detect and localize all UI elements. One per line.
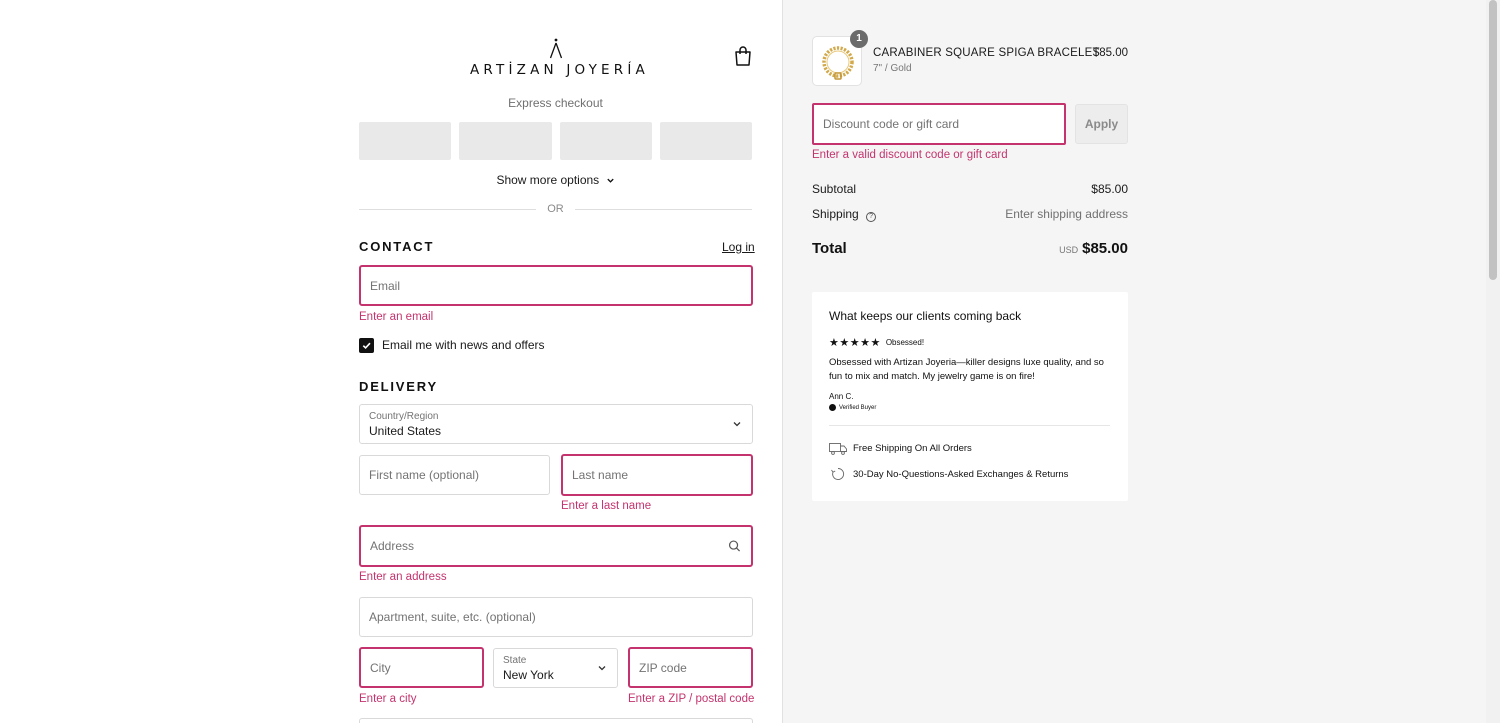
zip-error: Enter a ZIP / postal code <box>628 693 755 705</box>
state-value: New York <box>503 668 554 682</box>
total-currency: USD <box>1059 245 1079 255</box>
shipping-row: Shipping ? Enter shipping address <box>812 207 1128 222</box>
express-pay-button-2[interactable] <box>459 122 552 160</box>
show-more-options-button[interactable]: Show more options <box>359 173 752 187</box>
subtotal-value: $85.00 <box>1091 182 1128 196</box>
last-name-error: Enter a last name <box>561 500 652 512</box>
total-label: Total <box>812 240 847 257</box>
last-name-field[interactable]: Last name <box>561 454 753 496</box>
review-author: Ann C. <box>829 392 854 401</box>
shipping-value: Enter shipping address <box>1005 207 1128 221</box>
login-link[interactable]: Log in <box>722 240 755 254</box>
last-name-placeholder: Last name <box>572 468 629 482</box>
address-placeholder: Address <box>370 539 415 553</box>
brand-name: ARTİZAN JOYERÍA <box>470 62 649 78</box>
city-placeholder: City <box>370 660 391 675</box>
checkout-form-panel: ARTİZAN JOYERÍA Express checkout Show mo… <box>0 0 782 723</box>
discount-code-placeholder: Discount code or gift card <box>823 117 960 131</box>
verified-check-icon <box>829 404 836 411</box>
chevron-down-icon <box>733 422 741 427</box>
search-icon[interactable] <box>728 540 741 553</box>
quantity-badge: 1 <box>850 30 868 48</box>
subtotal-label: Subtotal <box>812 182 857 196</box>
bracelet-image <box>822 46 854 80</box>
or-divider: OR <box>359 202 752 218</box>
perk-free-shipping: Free Shipping On All Orders <box>829 442 972 455</box>
state-select[interactable]: State New York <box>493 648 618 688</box>
review-rating: ★★★★★ Obsessed! <box>829 336 924 349</box>
apply-discount-button[interactable]: Apply <box>1075 104 1128 144</box>
perk-returns-label: 30-Day No-Questions-Asked Exchanges & Re… <box>853 468 1069 480</box>
chevron-down-icon <box>606 178 614 183</box>
zip-placeholder: ZIP code <box>639 660 687 675</box>
review-card: What keeps our clients coming back ★★★★★… <box>812 292 1128 501</box>
brand-logo[interactable]: ARTİZAN JOYERÍA <box>470 38 649 78</box>
logo-mark-icon <box>549 38 563 59</box>
country-label: Country/Region <box>369 411 439 422</box>
phone-field[interactable] <box>359 718 753 723</box>
total-row: Total USD $85.00 <box>812 240 1128 257</box>
checkmark-icon <box>362 342 371 349</box>
truck-icon <box>829 443 847 455</box>
city-error: Enter a city <box>359 693 417 705</box>
discount-error: Enter a valid discount code or gift card <box>812 149 1008 161</box>
page-scrollbar[interactable] <box>1486 0 1500 723</box>
country-select[interactable]: Country/Region United States <box>359 404 753 444</box>
state-label: State <box>503 655 527 666</box>
verified-label: Verified Buyer <box>839 404 877 411</box>
address-error: Enter an address <box>359 571 447 583</box>
review-divider <box>829 425 1110 426</box>
delivery-heading: DELIVERY <box>359 379 438 394</box>
shipping-label: Shipping <box>812 207 859 221</box>
help-icon[interactable]: ? <box>866 212 877 222</box>
scrollbar-thumb[interactable] <box>1489 0 1497 280</box>
newsletter-label: Email me with news and offers <box>382 338 545 352</box>
total-value: $85.00 <box>1082 240 1128 257</box>
contact-heading: CONTACT <box>359 239 435 254</box>
first-name-placeholder: First name (optional) <box>369 468 480 482</box>
verified-buyer-badge: Verified Buyer <box>829 404 876 411</box>
product-name: CARABINER SQUARE SPIGA BRACELET <box>873 47 1100 59</box>
show-more-options-label: Show more options <box>496 173 600 187</box>
review-card-title: What keeps our clients coming back <box>829 309 1022 323</box>
first-name-field[interactable]: First name (optional) <box>359 455 550 495</box>
email-placeholder: Email <box>370 278 401 293</box>
newsletter-checkbox[interactable] <box>359 337 374 353</box>
address-field[interactable]: Address <box>359 525 753 567</box>
express-pay-button-4[interactable] <box>659 122 752 160</box>
email-field[interactable]: Email <box>359 265 753 306</box>
express-pay-button-1[interactable] <box>359 122 452 160</box>
review-headline: Obsessed! <box>885 338 925 347</box>
perk-free-shipping-label: Free Shipping On All Orders <box>853 443 972 454</box>
review-body: Obsessed with Artizan Joyeria—killer des… <box>829 357 1104 382</box>
divider-line <box>575 209 752 210</box>
apartment-placeholder: Apartment, suite, etc. (optional) <box>369 610 536 624</box>
express-checkout-buttons <box>359 122 752 160</box>
chevron-down-icon <box>598 666 606 671</box>
email-error: Enter an email <box>359 311 434 323</box>
subtotal-row: Subtotal $85.00 <box>812 182 1128 196</box>
express-pay-button-3[interactable] <box>559 122 652 160</box>
city-field[interactable]: City <box>359 647 484 688</box>
express-checkout-title: Express checkout <box>508 96 603 110</box>
product-price: $85.00 <box>1092 47 1128 59</box>
perk-returns: 30-Day No-Questions-Asked Exchanges & Re… <box>829 467 1068 481</box>
country-value: United States <box>369 424 442 438</box>
product-variant: 7" / Gold <box>873 63 912 74</box>
returns-icon <box>831 468 845 480</box>
apartment-field[interactable]: Apartment, suite, etc. (optional) <box>359 597 753 637</box>
discount-code-field[interactable]: Discount code or gift card <box>812 103 1066 145</box>
shopping-bag-icon[interactable] <box>733 45 753 67</box>
star-rating-icon: ★★★★★ <box>829 337 881 349</box>
zip-field[interactable]: ZIP code <box>628 647 753 688</box>
newsletter-row: Email me with news and offers <box>359 336 545 354</box>
